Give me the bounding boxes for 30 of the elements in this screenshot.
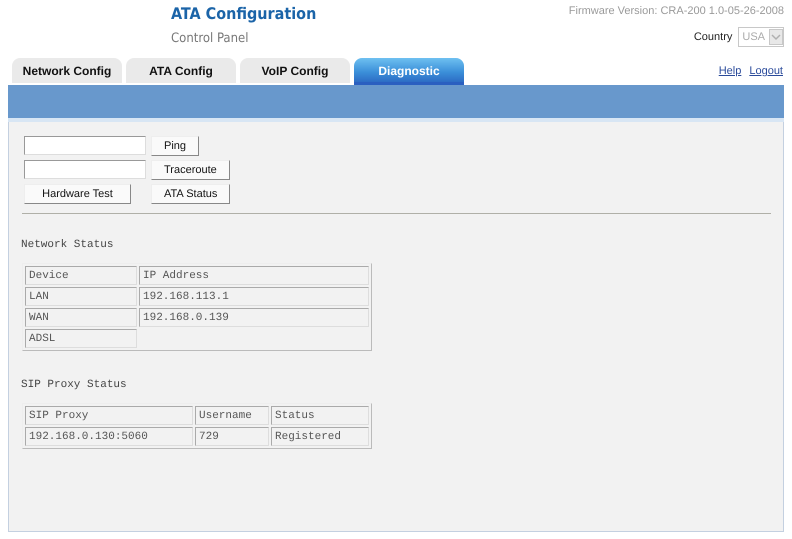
- column-header: IP Address: [143, 270, 210, 282]
- header-link[interactable]: Help: [718, 65, 742, 77]
- tool-button[interactable]: Hardware Test: [24, 184, 131, 204]
- nav-tab[interactable]: ATA Config: [126, 58, 236, 83]
- tool-button[interactable]: Ping: [151, 136, 200, 156]
- section-title: Network Status: [21, 239, 114, 251]
- tool-button[interactable]: Traceroute: [151, 160, 230, 180]
- table-cell: 192.168.0.139: [143, 312, 229, 324]
- table-cell: Registered: [275, 430, 342, 442]
- column-header: Status: [275, 410, 315, 422]
- nav-tab[interactable]: VoIP Config: [240, 58, 350, 83]
- column-header: SIP Proxy: [29, 410, 88, 422]
- table-cell: LAN: [29, 290, 49, 302]
- table-cell: ADSL: [29, 332, 56, 344]
- address-field[interactable]: [24, 160, 146, 179]
- table-cell: 192.168.113.1: [143, 290, 229, 302]
- table-cell: WAN: [29, 312, 49, 324]
- section-title: SIP Proxy Status: [21, 379, 128, 391]
- column-header: Device: [29, 270, 69, 282]
- country-label: Country: [694, 31, 732, 43]
- column-header: Username: [199, 410, 252, 422]
- table-cell: 192.168.0.130:5060: [29, 430, 148, 442]
- app-subtitle: Control Panel: [171, 31, 250, 46]
- firmware-version: Firmware Version: CRA-200 1.0-05-26-2008: [568, 5, 784, 17]
- address-field[interactable]: [24, 136, 146, 155]
- app-title: ATA Configuration: [171, 3, 316, 25]
- header-link[interactable]: Logout: [749, 65, 783, 77]
- nav-tab[interactable]: Network Config: [12, 58, 122, 83]
- table-cell: 729: [199, 430, 219, 442]
- tool-button[interactable]: ATA Status: [151, 184, 230, 204]
